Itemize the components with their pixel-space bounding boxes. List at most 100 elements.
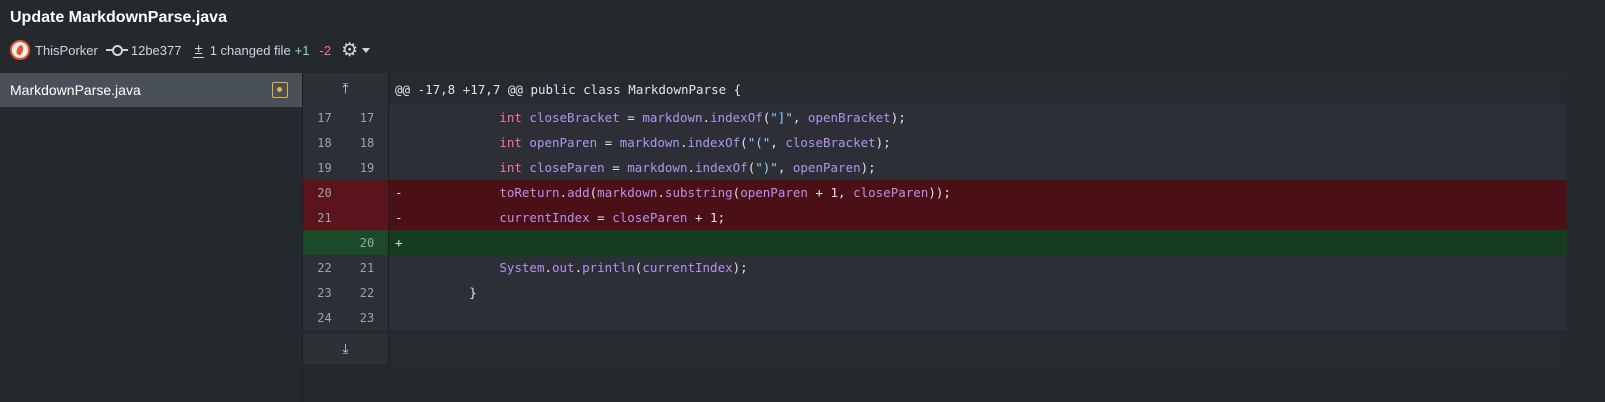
code-token: ( xyxy=(747,160,756,175)
new-line-number[interactable]: 18 xyxy=(346,130,389,155)
code-token: } xyxy=(469,285,477,300)
commit-title: Update MarkdownParse.java xyxy=(10,9,227,26)
diff-line-ctx: 19 19 int closeParen = markdown. indexOf("… xyxy=(303,155,1567,180)
code-token: )); xyxy=(928,185,951,200)
new-line-number[interactable]: 19 xyxy=(346,155,389,180)
code-token: , xyxy=(770,135,786,150)
code-token: , xyxy=(792,110,808,125)
code-token: ); xyxy=(890,110,906,125)
diff-line-ctx: 23 22 } xyxy=(303,280,1567,305)
diff-sign: - xyxy=(395,185,403,200)
code-token: ); xyxy=(875,135,891,150)
diff-icon: ± xyxy=(193,40,204,58)
new-line-number[interactable] xyxy=(346,205,389,230)
code-token: ( xyxy=(589,185,598,200)
old-line-number[interactable]: 22 xyxy=(303,255,346,280)
old-line-number[interactable] xyxy=(303,230,346,255)
changed-files-count: 1 changed file xyxy=(209,42,291,58)
code-line: int openParen = markdown. indexOf("(", cl… xyxy=(389,130,1567,155)
old-line-number[interactable]: 17 xyxy=(303,105,346,130)
code-token: . xyxy=(574,260,583,275)
old-line-number[interactable]: 18 xyxy=(303,130,346,155)
code-token: openParen xyxy=(792,160,861,175)
code-token: add xyxy=(567,185,590,200)
code-token: . xyxy=(559,185,568,200)
code-token: closeParen xyxy=(853,185,929,200)
author-avatar-icon[interactable] xyxy=(10,40,30,60)
code-token: int xyxy=(499,160,522,175)
code-token: = xyxy=(604,160,628,175)
code-token: ")" xyxy=(755,160,778,175)
code-token: . xyxy=(702,110,711,125)
diff-sign xyxy=(395,260,409,275)
code-line: - currentIndex = closeParen + 1; xyxy=(389,205,1567,230)
file-list-sidebar: MarkdownParse.java xyxy=(0,73,303,402)
old-line-number[interactable]: 23 xyxy=(303,280,346,305)
new-line-number[interactable]: 17 xyxy=(346,105,389,130)
new-line-number[interactable]: 20 xyxy=(346,230,389,255)
diff-line-ctx: 24 23 xyxy=(303,305,1567,330)
gear-icon[interactable]: ⚙ xyxy=(341,39,358,62)
expand-down-icon[interactable]: ⤓ xyxy=(303,334,389,364)
code-token: closeBracket xyxy=(529,110,620,125)
code-token: = xyxy=(589,210,613,225)
additions-count: +1 xyxy=(294,42,310,58)
code-token: + 1, xyxy=(807,185,854,200)
diff-line-ctx: 17 17 int closeBracket = markdown. indexOf… xyxy=(303,105,1567,130)
new-line-number[interactable]: 22 xyxy=(346,280,389,305)
code-line: + xyxy=(389,230,1567,255)
diff-sign xyxy=(395,310,409,325)
new-line-number[interactable]: 21 xyxy=(346,255,389,280)
code-token: indexOf xyxy=(695,160,748,175)
code-token: ( xyxy=(762,110,771,125)
code-token: int xyxy=(499,110,522,125)
diff-line-ins: 20 + xyxy=(303,230,1567,255)
file-name: MarkdownParse.java xyxy=(10,82,141,98)
new-line-number[interactable] xyxy=(346,180,389,205)
code-token: markdown xyxy=(597,185,658,200)
code-token: . xyxy=(687,160,696,175)
commit-meta: ThisPorker 12be377 ± 1 changed file +1 -… xyxy=(10,39,371,62)
diff-line-ctx: 22 21 System. out. println(currentIndex); xyxy=(303,255,1567,280)
code-token: openParen xyxy=(740,185,808,200)
commit-header: Update MarkdownParse.java ThisPorker 12b… xyxy=(0,0,1605,73)
old-line-number[interactable]: 19 xyxy=(303,155,346,180)
code-token: System xyxy=(499,260,545,275)
code-token: indexOf xyxy=(687,135,741,150)
code-token: closeParen xyxy=(529,160,605,175)
code-token: "]" xyxy=(770,110,793,125)
file-list-item[interactable]: MarkdownParse.java xyxy=(0,73,302,107)
code-line: int closeBracket = markdown. indexOf("]",… xyxy=(389,105,1567,130)
code-token: substring xyxy=(664,185,733,200)
code-token: closeParen xyxy=(612,210,688,225)
expand-up-icon[interactable]: ⤒ xyxy=(303,73,389,105)
code-token: ( xyxy=(732,185,741,200)
hunk-header-row: ⤒ @@ -17,8 +17,7 @@ public class Markdow… xyxy=(303,73,1567,105)
new-line-number[interactable]: 23 xyxy=(346,305,389,330)
code-token: . xyxy=(679,135,688,150)
diff-line-ctx: 18 18 int openParen = markdown. indexOf("(… xyxy=(303,130,1567,155)
diff-sign xyxy=(395,135,409,150)
code-token: = xyxy=(597,135,620,150)
code-token: println xyxy=(582,260,635,275)
code-line: - toReturn. add(markdown. substring(openPa… xyxy=(389,180,1567,205)
old-line-number[interactable]: 24 xyxy=(303,305,346,330)
chevron-down-icon[interactable] xyxy=(362,47,371,53)
diff-sign: - xyxy=(395,210,403,225)
code-token: , xyxy=(777,160,793,175)
old-line-number[interactable]: 20 xyxy=(303,180,346,205)
diff-view: ⤒ @@ -17,8 +17,7 @@ public class Markdow… xyxy=(303,73,1567,402)
commit-sha[interactable]: 12be377 xyxy=(131,43,182,58)
diff-sign: + xyxy=(395,235,403,250)
author-name[interactable]: ThisPorker xyxy=(35,43,98,58)
code-token: markdown xyxy=(642,110,703,125)
code-token: ); xyxy=(732,260,748,275)
old-line-number[interactable]: 21 xyxy=(303,205,346,230)
code-line: System. out. println(currentIndex); xyxy=(389,255,1567,280)
code-token: openBracket xyxy=(807,110,891,125)
code-token: markdown xyxy=(627,160,688,175)
code-line: int closeParen = markdown. indexOf(")", o… xyxy=(389,155,1567,180)
diff-line-del: 21 - currentIndex = closeParen + 1; xyxy=(303,205,1567,230)
